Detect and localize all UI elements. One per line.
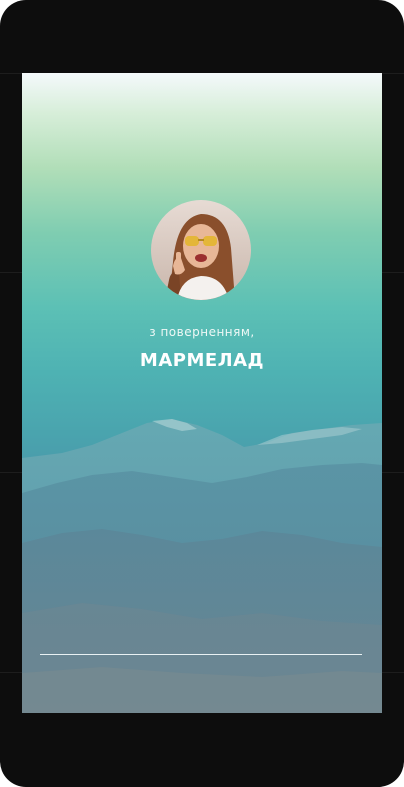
welcome-back-text: з поверненням,	[149, 325, 255, 339]
phone-frame: з поверненням, МАРМЕЛАД	[0, 0, 404, 787]
avatar-photo-icon	[151, 200, 251, 300]
profile-avatar[interactable]	[151, 200, 251, 300]
welcome-screen: з поверненням, МАРМЕЛАД	[22, 73, 382, 713]
bottom-divider-line	[40, 654, 362, 655]
username-label: МАРМЕЛАД	[139, 350, 265, 371]
mountain-background	[22, 419, 382, 713]
